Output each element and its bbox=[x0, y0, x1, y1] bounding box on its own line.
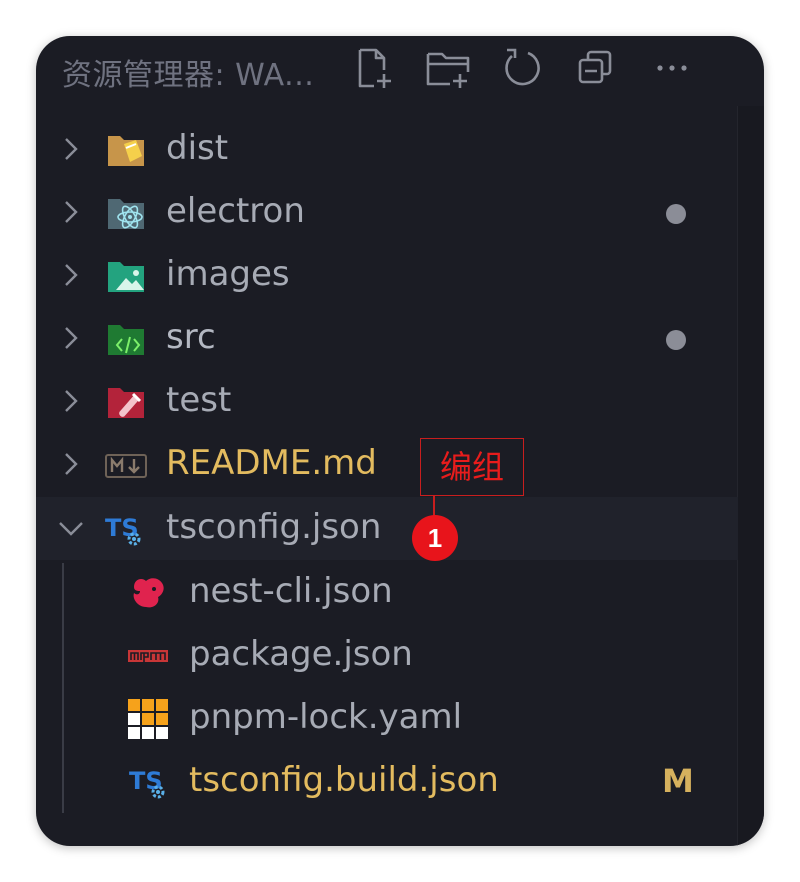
chevron-right-icon bbox=[65, 327, 78, 349]
new-file-button[interactable] bbox=[350, 44, 398, 92]
folder-src-icon bbox=[108, 325, 144, 355]
refresh-button[interactable] bbox=[498, 44, 546, 92]
tree-item-tsconfig[interactable]: TS tsconfig.json bbox=[36, 497, 738, 560]
more-actions-button[interactable] bbox=[648, 44, 696, 92]
tree-item-images[interactable]: images bbox=[36, 244, 738, 307]
tree-item-label: test bbox=[166, 380, 232, 420]
tree-item-label: tsconfig.build.json bbox=[189, 760, 499, 800]
chevron-right-icon bbox=[65, 390, 78, 412]
tree-item-readme[interactable]: README.md bbox=[36, 433, 738, 496]
tree-item-package[interactable]: package.json bbox=[36, 624, 738, 687]
new-folder-button[interactable] bbox=[424, 44, 472, 92]
tree-item-label: pnpm-lock.yaml bbox=[189, 697, 463, 737]
tree-item-label: tsconfig.json bbox=[166, 507, 382, 547]
nestjs-icon bbox=[133, 578, 164, 608]
markdown-icon bbox=[105, 454, 147, 478]
npm-icon bbox=[128, 650, 168, 662]
scrollbar[interactable] bbox=[737, 106, 764, 846]
modified-indicator-dot bbox=[666, 330, 686, 350]
folder-electron-icon bbox=[108, 199, 144, 229]
tsconfig-icon: TS bbox=[129, 767, 165, 799]
tree-item-tsconfig-build[interactable]: TS tsconfig.build.json M bbox=[36, 750, 738, 813]
explorer-title: 资源管理器: WA... bbox=[62, 58, 315, 93]
tree-item-label: package.json bbox=[189, 634, 413, 674]
modified-indicator-dot bbox=[666, 204, 686, 224]
tree-item-electron[interactable]: electron bbox=[36, 181, 738, 244]
more-actions-icon bbox=[657, 65, 687, 71]
collapse-all-button[interactable] bbox=[572, 44, 620, 92]
refresh-icon bbox=[505, 48, 540, 86]
chevron-right-icon bbox=[65, 138, 78, 160]
new-file-icon bbox=[358, 48, 391, 88]
tree-item-label: images bbox=[166, 254, 290, 294]
tsconfig-icon: TS bbox=[105, 514, 141, 546]
chevron-right-icon bbox=[65, 453, 78, 475]
pnpm-icon bbox=[128, 699, 168, 739]
annotation-label: 编组 bbox=[420, 438, 524, 496]
explorer-panel: 资源管理器: WA... dist electron images src te… bbox=[36, 36, 764, 846]
folder-test-icon bbox=[108, 388, 144, 418]
tree-item-label: src bbox=[166, 317, 216, 357]
git-status-badge: M bbox=[662, 762, 694, 800]
tree-item-label: README.md bbox=[166, 443, 377, 483]
tree-item-src[interactable]: src bbox=[36, 307, 738, 370]
tree-item-pnpm-lock[interactable]: pnpm-lock.yaml bbox=[36, 687, 738, 750]
tree-item-dist[interactable]: dist bbox=[36, 118, 738, 181]
tree-item-label: nest-cli.json bbox=[189, 571, 393, 611]
collapse-all-icon bbox=[578, 50, 612, 84]
folder-images-icon bbox=[108, 262, 144, 292]
tree-item-label: dist bbox=[166, 128, 229, 168]
chevron-right-icon bbox=[65, 264, 78, 286]
chevron-down-icon bbox=[59, 522, 83, 536]
tree-item-label: electron bbox=[166, 191, 305, 231]
tree-item-test[interactable]: test bbox=[36, 370, 738, 433]
chevron-right-icon bbox=[65, 201, 78, 223]
new-folder-icon bbox=[426, 52, 470, 88]
explorer-header: 资源管理器: WA... bbox=[36, 36, 764, 106]
annotation-number-badge: 1 bbox=[412, 515, 458, 561]
tree-item-nest-cli[interactable]: nest-cli.json bbox=[36, 561, 738, 624]
folder-dist-icon bbox=[108, 136, 144, 166]
